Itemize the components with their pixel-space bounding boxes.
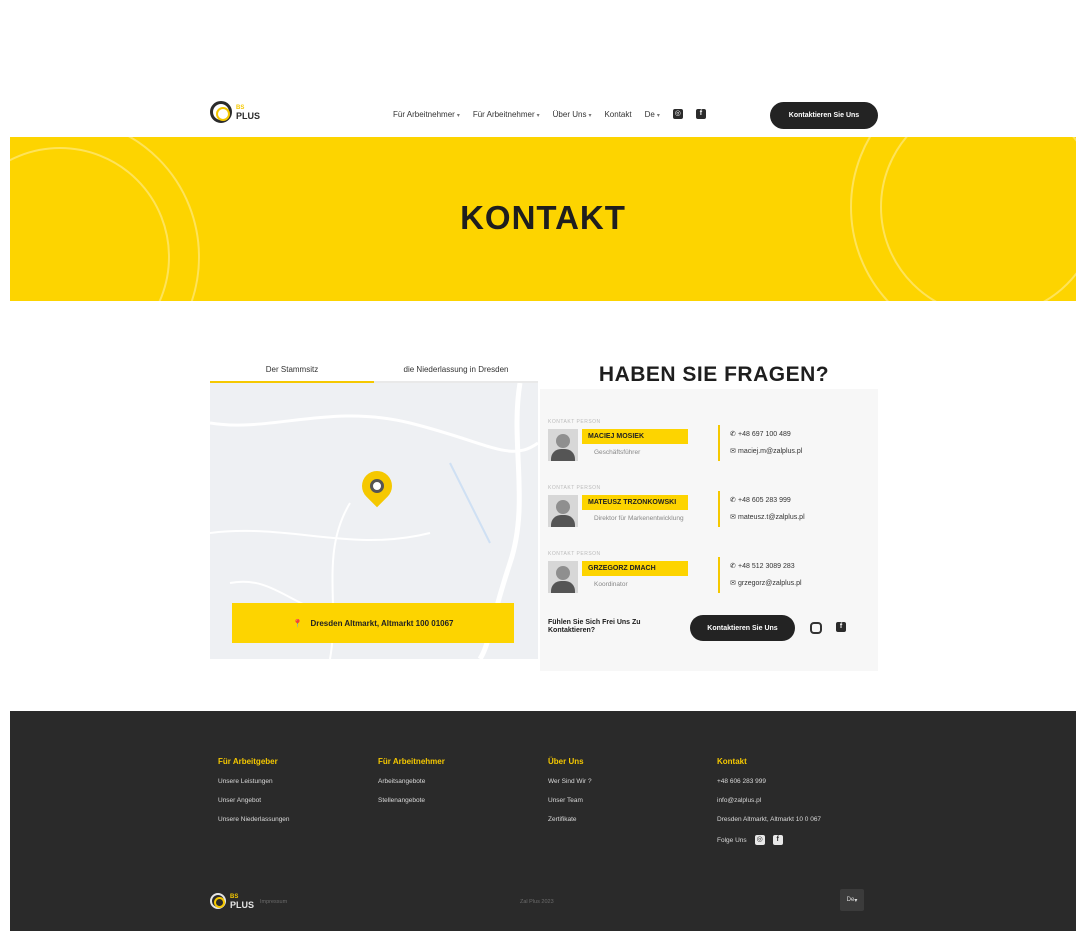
footer-email[interactable]: info@zalplus.pl [717,797,821,804]
footer-link[interactable]: Zertifikate [548,816,592,823]
page-banner: KONTAKT [10,137,1076,301]
chevron-down-icon: ▾ [656,112,660,119]
language-switcher[interactable]: De ▾ [645,110,660,119]
logo-icon [210,101,232,123]
contact-title: Geschäftsführer [594,449,641,456]
contact-person: KONTAKT PERSON GRZEGORZ DMACH Koordinato… [548,551,876,611]
avatar [548,561,578,593]
instagram-icon[interactable]: ◎ [672,109,683,119]
contact-phone[interactable]: ✆ +48 512 3089 283 [730,562,795,570]
footer-heading: Über Uns [548,757,584,766]
site-logo[interactable]: BS PLUS [210,101,260,123]
location-pin-icon: 📍 [292,618,303,628]
contact-us-button-secondary[interactable]: Kontaktieren Sie Uns [690,615,795,641]
contact-persons-panel: KONTAKT PERSON MACIEJ MOSIEK Geschäftsfü… [540,389,878,671]
footer-link[interactable]: Stellenangebote [378,797,445,804]
location-map[interactable]: 📍 Dresden Altmarkt, Altmarkt 100 01067 [210,383,538,659]
contact-role-tag: KONTAKT PERSON [548,485,601,491]
nav-item-arbeitnehmer[interactable]: Für Arbeitnehmer ▾ [473,110,540,119]
footer-column: Für Arbeitgeber Unsere Leistungen Unser … [218,757,290,835]
phone-icon: ✆ [730,431,736,438]
contact-email[interactable]: ✉ maciej.m@zalplus.pl [730,447,802,455]
footer-language-switcher[interactable]: De ▾ [840,889,864,911]
footer-link[interactable]: Unser Team [548,797,592,804]
contact-cta-row: Fühlen Sie Sich Frei Uns Zu Kontaktieren… [548,615,876,645]
phone-icon: ✆ [730,563,736,570]
location-tabs: Der Stammsitz die Niederlassung in Dresd… [210,361,538,383]
footer-column: Über Uns Wer Sind Wir ? Unser Team Zerti… [548,757,592,835]
impressum-link[interactable]: Impressum [260,899,287,905]
contact-us-button[interactable]: Kontaktieren Sie Uns [770,102,878,129]
footer-column: Kontakt +48 606 283 999 info@zalplus.pl … [717,757,821,845]
contact-email[interactable]: ✉ mateusz.t@zalplus.pl [730,513,805,521]
contact-heading: HABEN SIE FRAGEN? [598,363,830,386]
divider [718,425,720,461]
instagram-icon[interactable]: ◎ [754,835,765,845]
tab-headquarters[interactable]: Der Stammsitz [210,361,374,383]
footer-phone[interactable]: +48 606 283 999 [717,778,821,785]
instagram-icon[interactable] [810,622,822,634]
contact-role-tag: KONTAKT PERSON [548,551,601,557]
address-text: Dresden Altmarkt, Altmarkt 100 01067 [310,618,454,628]
footer-column: Für Arbeitnehmer Arbeitsangebote Stellen… [378,757,445,816]
mail-icon: ✉ [730,514,736,521]
tab-dresden-branch[interactable]: die Niederlassung in Dresden [374,361,538,383]
phone-icon: ✆ [730,497,736,504]
nav-item-ueber-uns[interactable]: Über Uns ▾ [553,110,592,119]
logo-icon [210,893,226,909]
copyright: Zal Plus 2023 [520,899,554,905]
contact-phone[interactable]: ✆ +48 697 100 489 [730,430,791,438]
contact-name: GRZEGORZ DMACH [582,561,688,576]
chevron-down-icon: ▾ [456,112,460,119]
follow-label: Folge Uns [717,836,747,844]
divider [718,557,720,593]
footer-heading: Kontakt [717,757,747,766]
footer-link[interactable]: Arbeitsangebote [378,778,445,785]
nav-item-arbeitgeber[interactable]: Für Arbeitnehmer ▾ [393,110,460,119]
footer-link[interactable]: Unser Angebot [218,797,290,804]
contact-name: MATEUSZ TRZONKOWSKI [582,495,688,510]
footer-follow: Folge Uns ◎ f [717,835,821,845]
facebook-icon[interactable]: f [772,835,783,845]
avatar [548,429,578,461]
mail-icon: ✉ [730,580,736,587]
footer-heading: Für Arbeitgeber [218,757,278,766]
facebook-icon[interactable]: f [695,109,706,119]
page-title: KONTAKT [460,199,626,236]
address-button[interactable]: 📍 Dresden Altmarkt, Altmarkt 100 01067 [232,603,514,643]
main-nav: Für Arbeitnehmer ▾ Für Arbeitnehmer ▾ Über… [393,109,706,119]
contact-email[interactable]: ✉ grzegorz@zalplus.pl [730,579,802,587]
site-header: BS PLUS Für Arbeitnehmer ▾ Für Arbeitnehm… [10,93,1076,137]
footer-logo[interactable]: BS PLUS [210,893,254,910]
footer-link[interactable]: Unsere Leistungen [218,778,290,785]
footer-address: Dresden Altmarkt, Altmarkt 10 0 067 [717,816,822,823]
mail-icon: ✉ [730,448,736,455]
divider [718,491,720,527]
contact-role-tag: KONTAKT PERSON [548,419,601,425]
contact-phone[interactable]: ✆ +48 605 283 999 [730,496,791,504]
footer-heading: Für Arbeitnehmer [378,757,445,766]
contact-name: MACIEJ MOSIEK [582,429,688,444]
footer-link[interactable]: Unsere Niederlassungen [218,816,290,823]
contact-title: Koordinator [594,581,628,588]
logo-text-bottom: PLUS [236,111,261,121]
site-footer: Für Arbeitgeber Unsere Leistungen Unser … [10,711,1076,931]
footer-link[interactable]: Wer Sind Wir ? [548,778,592,785]
nav-item-kontakt[interactable]: Kontakt [604,110,631,119]
chevron-down-icon: ▾ [588,112,592,119]
facebook-icon[interactable]: f [836,622,846,632]
contact-question: Fühlen Sie Sich Frei Uns Zu Kontaktieren… [548,619,641,634]
contact-person: KONTAKT PERSON MACIEJ MOSIEK Geschäftsfü… [548,419,876,479]
avatar [548,495,578,527]
page: BS PLUS Für Arbeitnehmer ▾ Für Arbeitnehm… [10,93,1076,931]
chevron-down-icon: ▾ [536,112,540,119]
contact-person: KONTAKT PERSON MATEUSZ TRZONKOWSKI Direk… [548,485,876,545]
contact-title: Direktor für Markenentwicklung [594,515,684,522]
